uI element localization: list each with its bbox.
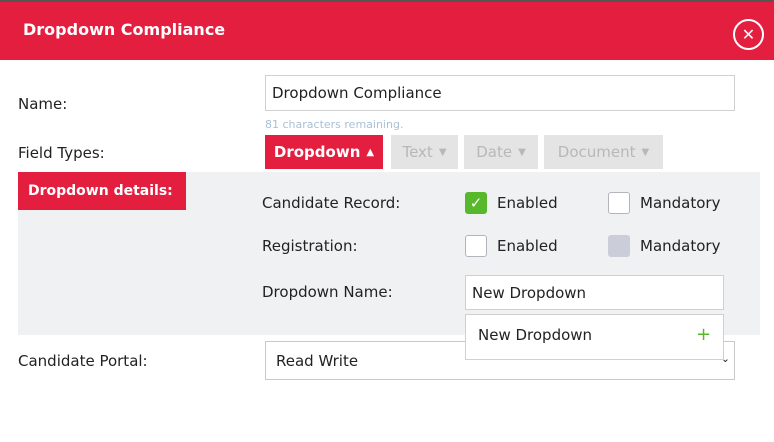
field-type-label: Text (402, 143, 433, 161)
mandatory-label: Mandatory (640, 237, 721, 255)
field-type-label: Date (476, 143, 513, 161)
field-type-label: Dropdown (273, 143, 361, 161)
candidate-record-enabled-checkbox[interactable]: ✓ (465, 192, 487, 214)
enabled-label: Enabled (497, 194, 558, 212)
caret-down-icon: ▼ (641, 146, 650, 158)
field-type-document-button[interactable]: Document ▼ (544, 135, 663, 169)
dropdown-details-tag: Dropdown details: (18, 172, 186, 210)
registration-enabled-checkbox[interactable] (465, 235, 487, 257)
name-input[interactable] (265, 75, 735, 111)
close-button[interactable]: ✕ (733, 19, 764, 50)
dropdown-name-input[interactable] (465, 275, 724, 310)
registration-mandatory-checkbox[interactable] (608, 235, 630, 257)
field-type-text-button[interactable]: Text ▼ (391, 135, 458, 169)
caret-down-icon: ▼ (438, 146, 447, 158)
add-plus-icon[interactable]: + (696, 324, 711, 345)
caret-up-icon: ▲ (366, 146, 375, 158)
check-icon: ✓ (469, 193, 483, 212)
field-type-label: Document (557, 143, 636, 161)
close-icon: ✕ (741, 25, 756, 44)
modal-title: Dropdown Compliance (23, 20, 226, 39)
modal-header: Dropdown Compliance ✕ (0, 2, 774, 60)
enabled-label: Enabled (497, 237, 558, 255)
field-types-label: Field Types: (18, 144, 105, 162)
field-type-date-button[interactable]: Date ▼ (464, 135, 538, 169)
registration-label: Registration: (262, 237, 358, 255)
characters-remaining: 81 characters remaining. (265, 118, 404, 131)
candidate-record-label: Candidate Record: (262, 194, 401, 212)
field-type-dropdown-button[interactable]: Dropdown ▲ (265, 135, 383, 169)
candidate-portal-label: Candidate Portal: (18, 352, 148, 370)
dropdown-name-label: Dropdown Name: (262, 283, 393, 301)
caret-down-icon: ▼ (518, 146, 526, 158)
mandatory-label: Mandatory (640, 194, 721, 212)
candidate-record-mandatory-checkbox[interactable] (608, 192, 630, 214)
candidate-portal-value: Read Write (276, 352, 359, 370)
name-label: Name: (18, 95, 68, 113)
dropdown-suggestion-list: New Dropdown + (465, 314, 724, 360)
dropdown-suggestion-item[interactable]: New Dropdown (478, 326, 592, 344)
